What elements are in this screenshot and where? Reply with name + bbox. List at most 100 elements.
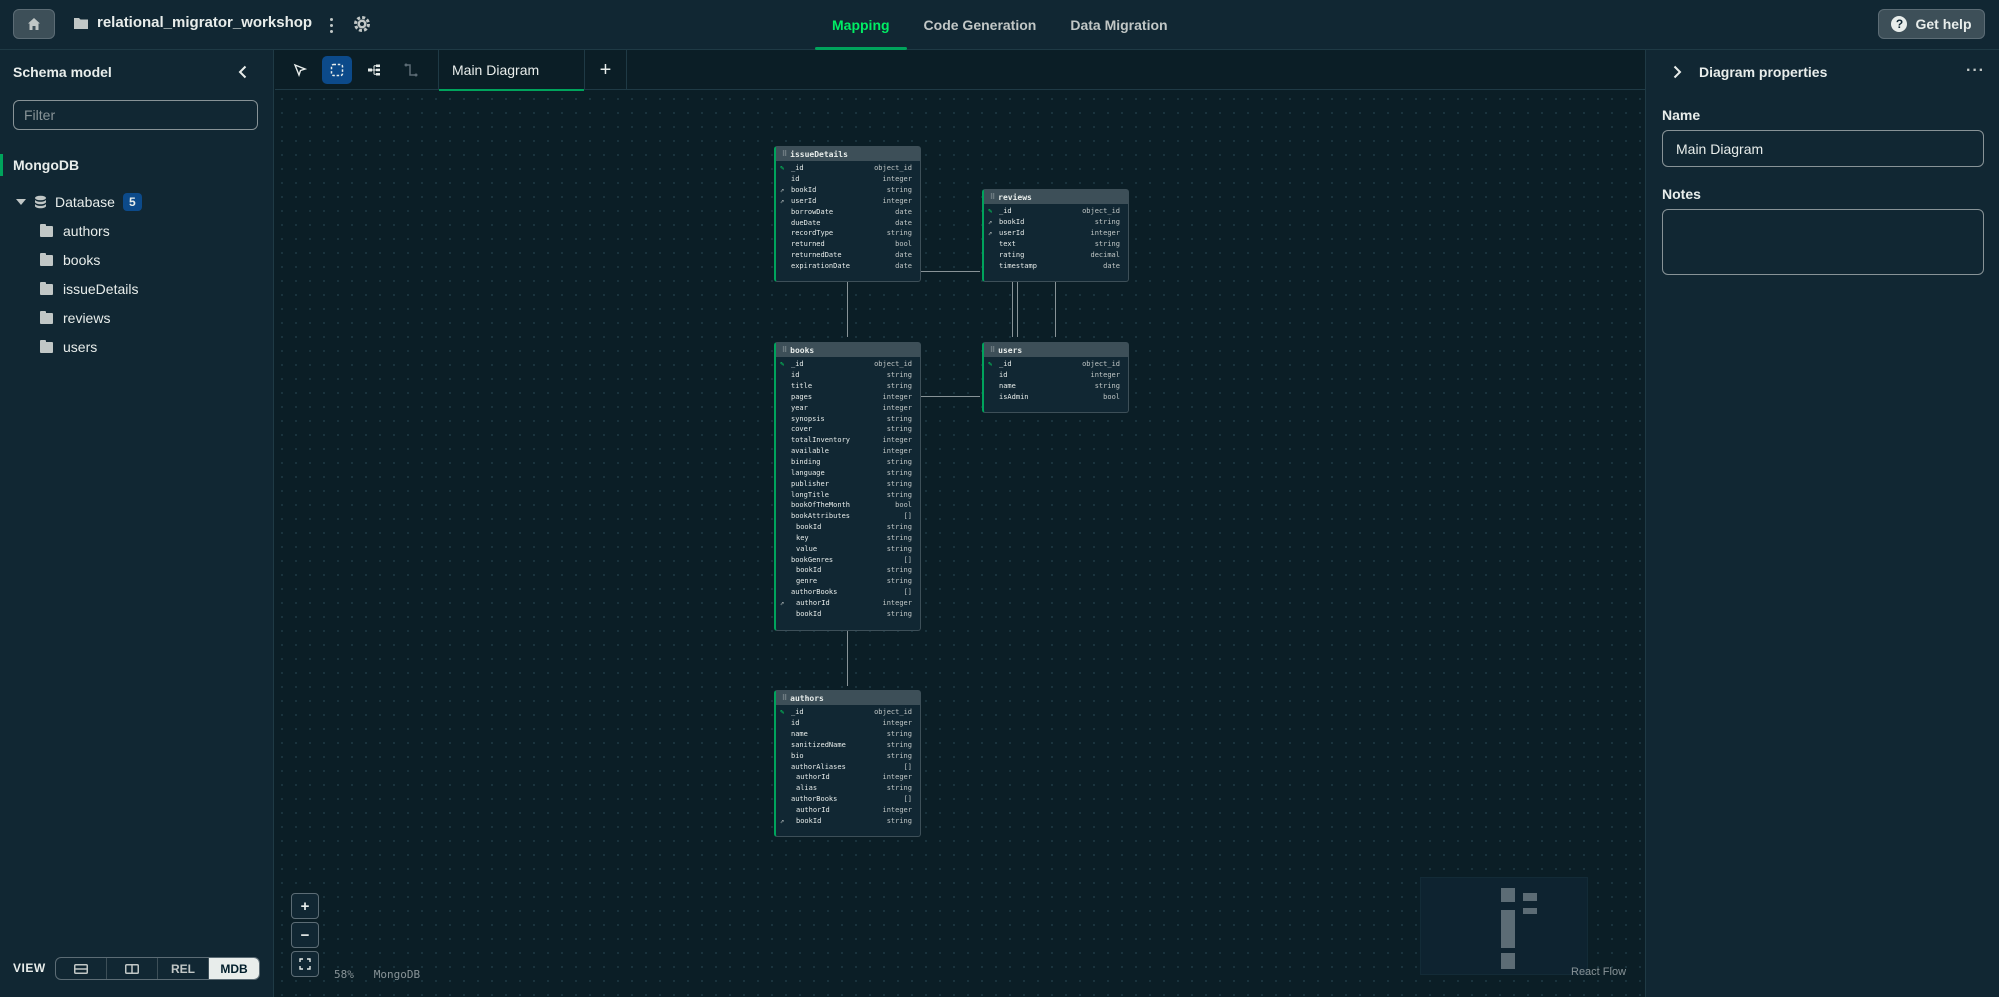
entity-field[interactable]: sanitizedName string xyxy=(776,740,920,751)
entity-field[interactable]: bookId string xyxy=(776,565,920,576)
drag-handle-icon[interactable]: ⠿ xyxy=(782,694,787,702)
entity-field[interactable]: ⇗ userId integer xyxy=(776,196,920,207)
entity-field[interactable]: pages integer xyxy=(776,392,920,403)
collapse-chevron-icon[interactable] xyxy=(235,64,251,80)
diagram-canvas[interactable]: Main Diagram + ⠿ issueDetails ✎ _id object_i… xyxy=(275,50,1645,997)
layout-tool-button[interactable] xyxy=(359,56,389,84)
entity-field[interactable]: text string xyxy=(984,239,1128,250)
caret-down-icon[interactable] xyxy=(16,199,26,205)
entity-field[interactable]: rating decimal xyxy=(984,249,1128,260)
entity-field[interactable]: authorId integer xyxy=(776,805,920,816)
entity-field[interactable]: ⇗ bookId string xyxy=(776,185,920,196)
drag-handle-icon[interactable]: ⠿ xyxy=(782,346,787,354)
entity-field[interactable]: value string xyxy=(776,543,920,554)
entity-field[interactable]: id integer xyxy=(776,174,920,185)
entity-field[interactable]: timestamp date xyxy=(984,260,1128,271)
entity-field[interactable]: bookOfTheMonth bool xyxy=(776,500,920,511)
entity-field[interactable]: alias string xyxy=(776,783,920,794)
pointer-tool-button[interactable] xyxy=(285,56,315,84)
entity-field[interactable]: publisher string xyxy=(776,478,920,489)
collection-item-users[interactable]: users xyxy=(40,337,97,357)
collection-item-books[interactable]: books xyxy=(40,250,100,270)
view-split-button[interactable] xyxy=(107,958,158,979)
fit-view-button[interactable] xyxy=(291,951,319,977)
entity-field[interactable]: bio string xyxy=(776,750,920,761)
project-menu-icon[interactable] xyxy=(325,13,337,37)
entity-header[interactable]: ⠿ reviews xyxy=(984,190,1128,204)
notes-field[interactable] xyxy=(1662,209,1984,275)
entity-field[interactable]: authorId integer xyxy=(776,772,920,783)
relationship-tool-button[interactable] xyxy=(396,56,426,84)
entity-field[interactable]: returned bool xyxy=(776,239,920,250)
chevron-right-icon[interactable] xyxy=(1670,65,1684,79)
entity-field[interactable]: id integer xyxy=(984,370,1128,381)
view-rel-button[interactable]: REL xyxy=(158,958,209,979)
entity-field[interactable]: ⇗ bookId string xyxy=(776,815,920,826)
entity-header[interactable]: ⠿ authors xyxy=(776,691,920,705)
tab-mapping[interactable]: Mapping xyxy=(815,0,907,50)
entity-field[interactable]: isAdmin bool xyxy=(984,392,1128,403)
entity-header[interactable]: ⠿ users xyxy=(984,343,1128,357)
entity-field[interactable]: available integer xyxy=(776,446,920,457)
filter-input[interactable] xyxy=(13,100,258,130)
drag-handle-icon[interactable]: ⠿ xyxy=(990,193,995,201)
entity-field[interactable]: id integer xyxy=(776,718,920,729)
entity-field[interactable]: bookId string xyxy=(776,522,920,533)
tab-data-migration[interactable]: Data Migration xyxy=(1053,0,1184,50)
gear-icon[interactable] xyxy=(351,13,373,35)
entity-card-books[interactable]: ⠿ books ✎ _id object_id id string title string pa… xyxy=(774,342,921,631)
more-options-icon[interactable]: ··· xyxy=(1966,62,1985,80)
get-help-button[interactable]: ? Get help xyxy=(1878,9,1985,39)
entity-field[interactable]: borrowDate date xyxy=(776,206,920,217)
entity-field[interactable]: ✎ _id object_id xyxy=(984,359,1128,370)
entity-field[interactable]: ✎ _id object_id xyxy=(776,359,920,370)
collection-item-reviews[interactable]: reviews xyxy=(40,308,110,328)
entity-field[interactable]: authorBooks [] xyxy=(776,794,920,805)
drag-handle-icon[interactable]: ⠿ xyxy=(990,346,995,354)
entity-field[interactable]: ⇗ userId integer xyxy=(984,228,1128,239)
entity-card-users[interactable]: ⠿ users ✎ _id object_id id integer name string is… xyxy=(982,342,1129,413)
zoom-in-button[interactable]: + xyxy=(291,893,319,919)
view-mdb-button[interactable]: MDB xyxy=(209,958,259,979)
collection-item-issuedetails[interactable]: issueDetails xyxy=(40,279,138,299)
entity-field[interactable]: totalInventory integer xyxy=(776,435,920,446)
entity-field[interactable]: longTitle string xyxy=(776,489,920,500)
entity-field[interactable]: bookGenres [] xyxy=(776,554,920,565)
entity-field[interactable]: synopsis string xyxy=(776,413,920,424)
entity-field[interactable]: expirationDate date xyxy=(776,261,920,272)
entity-field[interactable]: ✎ _id object_id xyxy=(776,163,920,174)
entity-field[interactable]: returnedDate date xyxy=(776,250,920,261)
entity-field[interactable]: ⇗ authorId integer xyxy=(776,598,920,609)
entity-field[interactable]: ⇗ bookId string xyxy=(984,217,1128,228)
entity-field[interactable]: authorAliases [] xyxy=(776,761,920,772)
entity-field[interactable]: authorBooks [] xyxy=(776,587,920,598)
entity-field[interactable]: bookAttributes [] xyxy=(776,511,920,522)
tab-main-diagram[interactable]: Main Diagram xyxy=(438,50,585,91)
react-flow-attribution[interactable]: React Flow xyxy=(1571,966,1626,978)
entity-field[interactable]: title string xyxy=(776,381,920,392)
entity-field[interactable]: name string xyxy=(984,381,1128,392)
entity-field[interactable]: key string xyxy=(776,533,920,544)
select-tool-button[interactable] xyxy=(322,56,352,84)
entity-field[interactable]: ✎ _id object_id xyxy=(984,206,1128,217)
entity-field[interactable]: genre string xyxy=(776,576,920,587)
entity-header[interactable]: ⠿ books xyxy=(776,343,920,357)
tab-code-generation[interactable]: Code Generation xyxy=(907,0,1054,50)
entity-field[interactable]: cover string xyxy=(776,424,920,435)
entity-field[interactable]: dueDate date xyxy=(776,217,920,228)
entity-field[interactable]: recordType string xyxy=(776,228,920,239)
entity-header[interactable]: ⠿ issueDetails xyxy=(776,147,920,161)
entity-field[interactable]: year integer xyxy=(776,402,920,413)
add-diagram-button[interactable]: + xyxy=(585,50,627,90)
minimap[interactable] xyxy=(1420,877,1588,975)
entity-field[interactable]: bookId string xyxy=(776,608,920,619)
entity-field[interactable]: language string xyxy=(776,467,920,478)
entity-field[interactable]: ✎ _id object_id xyxy=(776,707,920,718)
home-button[interactable] xyxy=(13,9,55,39)
collection-item-authors[interactable]: authors xyxy=(40,221,110,241)
entity-card-authors[interactable]: ⠿ authors ✎ _id object_id id integer name string… xyxy=(774,690,921,837)
entity-field[interactable]: name string xyxy=(776,729,920,740)
diagram-name-field[interactable]: Main Diagram xyxy=(1662,130,1984,167)
entity-card-issuedetails[interactable]: ⠿ issueDetails ✎ _id object_id id integer ⇗ book… xyxy=(774,146,921,282)
database-node[interactable]: Database 5 xyxy=(16,192,142,212)
